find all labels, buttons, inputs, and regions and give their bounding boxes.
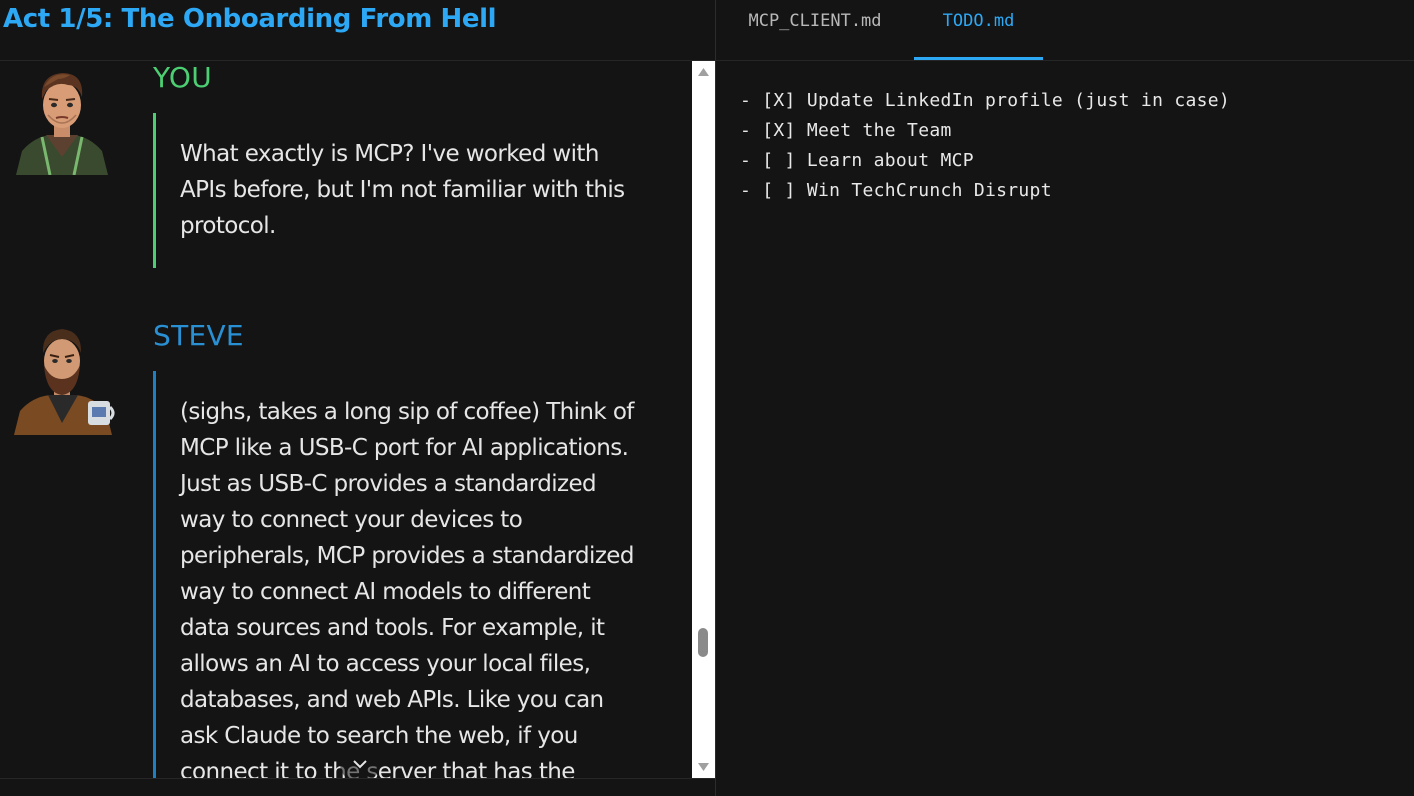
message-body-steve: (sighs, takes a long sip of coffee) Thin…: [153, 371, 643, 778]
act-header: Act 1/5: The Onboarding From Hell: [0, 0, 715, 61]
message-body-you: What exactly is MCP? I've worked with AP…: [153, 113, 643, 268]
todo-item: - [X] Update LinkedIn profile (just in c…: [740, 90, 1231, 111]
scroll-to-bottom-button[interactable]: [340, 745, 380, 778]
you-avatar-image: [16, 73, 108, 176]
app-window: Act 1/5: The Onboarding From Hell YOU Wh…: [0, 0, 1414, 796]
scrollbar-thumb[interactable]: [698, 628, 708, 657]
tab-mcp-client[interactable]: MCP_CLIENT.md: [716, 0, 914, 60]
chat-vertical-scrollbar[interactable]: [692, 61, 715, 778]
tab-todo[interactable]: TODO.md: [914, 0, 1043, 60]
you-avatar: [12, 65, 112, 176]
chat-horizontal-scrollbar[interactable]: [0, 778, 715, 796]
act-title: Act 1/5: The Onboarding From Hell: [3, 4, 497, 34]
speaker-name-you: YOU: [153, 61, 213, 94]
steve-avatar-image: [14, 329, 115, 435]
message-text-you: What exactly is MCP? I've worked with AP…: [180, 141, 625, 239]
speaker-name-steve: STEVE: [153, 319, 244, 352]
file-pane: MCP_CLIENT.md TODO.md - [X] Update Linke…: [716, 0, 1414, 796]
file-tab-bar: MCP_CLIENT.md TODO.md: [716, 0, 1414, 61]
chat-message-you: YOU What exactly is MCP? I've worked wit…: [0, 61, 692, 281]
todo-item: - [ ] Win TechCrunch Disrupt: [740, 180, 1052, 201]
steve-avatar: [12, 323, 115, 435]
triangle-up-icon[interactable]: [696, 65, 711, 79]
todo-item: - [X] Meet the Team: [740, 120, 952, 141]
chat-message-steve: STEVE (sighs, takes a long sip of coffee…: [0, 319, 692, 778]
todo-file-content: - [X] Update LinkedIn profile (just in c…: [740, 86, 1400, 206]
triangle-down-icon[interactable]: [696, 760, 711, 774]
todo-item: - [ ] Learn about MCP: [740, 150, 974, 171]
message-text-steve: (sighs, takes a long sip of coffee) Thin…: [180, 399, 634, 778]
chat-scroll-area[interactable]: YOU What exactly is MCP? I've worked wit…: [0, 61, 692, 778]
chevron-down-icon: [353, 760, 367, 769]
story-pane: Act 1/5: The Onboarding From Hell YOU Wh…: [0, 0, 715, 796]
